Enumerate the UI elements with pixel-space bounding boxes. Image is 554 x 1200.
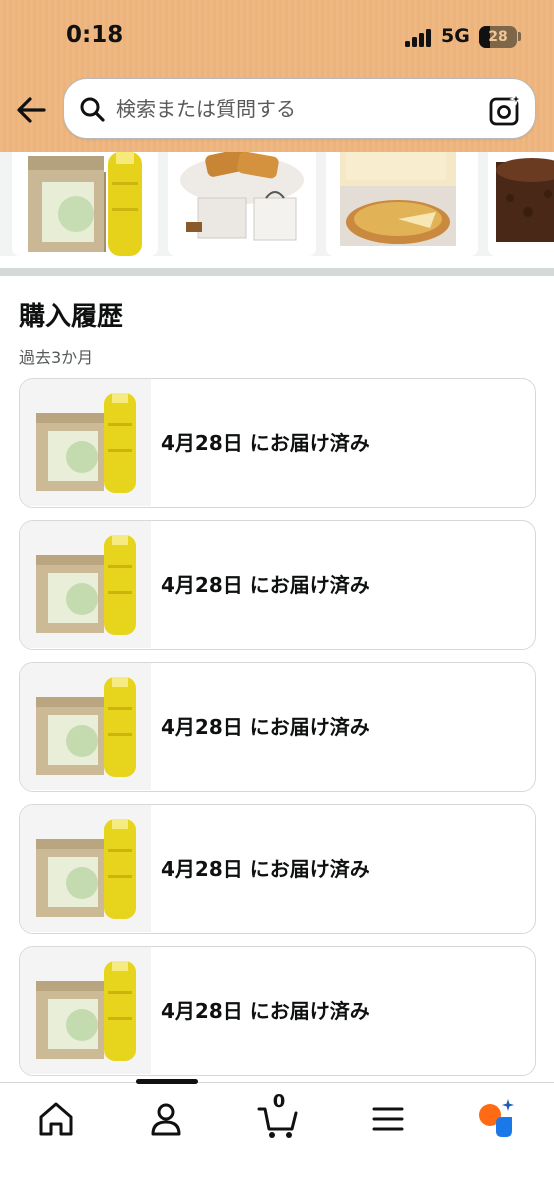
delivery-status: 4月28日 にお届け済み: [161, 857, 370, 881]
order-thumbnail: [20, 379, 151, 506]
order-thumbnail: [20, 805, 151, 932]
order-thumbnail: [20, 521, 151, 648]
nav-cart[interactable]: 0: [256, 1091, 300, 1141]
chocolate-cake-image: [488, 152, 554, 256]
delivery-status: 4月28日 にお届け済み: [161, 999, 370, 1023]
recommendation-carousel: [0, 152, 554, 256]
order-thumbnail: [20, 947, 151, 1074]
delivery-status: 4月28日 にお届け済み: [161, 715, 370, 739]
active-tab-indicator: [136, 1079, 198, 1084]
order-card[interactable]: 4月28日 にお届け済み: [19, 946, 536, 1076]
rufus-icon: [479, 1099, 514, 1137]
order-thumbnail: [20, 663, 151, 790]
carousel-item[interactable]: [326, 152, 478, 256]
delivery-status: 4月28日 にお届け済み: [161, 573, 370, 597]
order-card[interactable]: 4月28日 にお届け済み: [19, 662, 536, 792]
back-button[interactable]: [14, 92, 50, 128]
carousel-item[interactable]: [12, 152, 158, 256]
page: 0:18 5G 28 検索または質問する 購入履歴 過去3か月 4月28日 にお…: [0, 0, 554, 1200]
cart-count: 0: [272, 1091, 286, 1112]
search-bar[interactable]: [63, 78, 536, 139]
nav-account[interactable]: [144, 1097, 188, 1141]
nav-home[interactable]: [34, 1097, 78, 1141]
order-card[interactable]: 4月28日 にお届け済み: [19, 520, 536, 650]
section-title: 購入履歴: [19, 302, 124, 332]
delivery-status: 4月28日 にお届け済み: [161, 431, 370, 455]
tea-bottle-case-image: [20, 663, 151, 790]
home-icon: [39, 1102, 73, 1136]
order-card[interactable]: 4月28日 にお届け済み: [19, 378, 536, 508]
carousel-item[interactable]: [168, 152, 316, 256]
pastry-box-image: [168, 152, 316, 256]
status-bar: 0:18 5G 28: [0, 0, 554, 72]
cheese-tart-image: [326, 152, 478, 256]
status-time: 0:18: [66, 22, 124, 48]
order-card[interactable]: 4月28日 にお届け済み: [19, 804, 536, 934]
nav-rufus[interactable]: [474, 1097, 518, 1141]
search-icon: [80, 97, 105, 122]
section-divider: [0, 268, 554, 276]
battery-icon: 28: [479, 26, 517, 48]
tea-bottle-case-image: [28, 152, 142, 256]
tea-bottle-case-image: [20, 805, 151, 932]
signal-icon: [405, 29, 433, 47]
arrow-left-icon: [17, 97, 46, 123]
app-header: 0:18 5G 28: [0, 0, 554, 152]
carousel-item[interactable]: [488, 152, 554, 256]
tea-bottle-case-image: [20, 379, 151, 506]
tea-bottle-case-image: [20, 947, 151, 1074]
battery-level: 28: [488, 29, 508, 45]
battery-tip: [518, 32, 521, 41]
tea-bottle-case-image: [20, 521, 151, 648]
camera-sparkle-icon[interactable]: [488, 92, 523, 127]
search-input[interactable]: [116, 91, 476, 127]
section-subtitle: 過去3か月: [19, 348, 94, 367]
account-icon: [151, 1103, 181, 1136]
network-type: 5G: [441, 25, 470, 47]
menu-icon: [372, 1107, 404, 1131]
nav-menu[interactable]: [366, 1097, 410, 1141]
bottom-nav: 0: [0, 1079, 554, 1200]
section-spacer: [0, 256, 554, 266]
